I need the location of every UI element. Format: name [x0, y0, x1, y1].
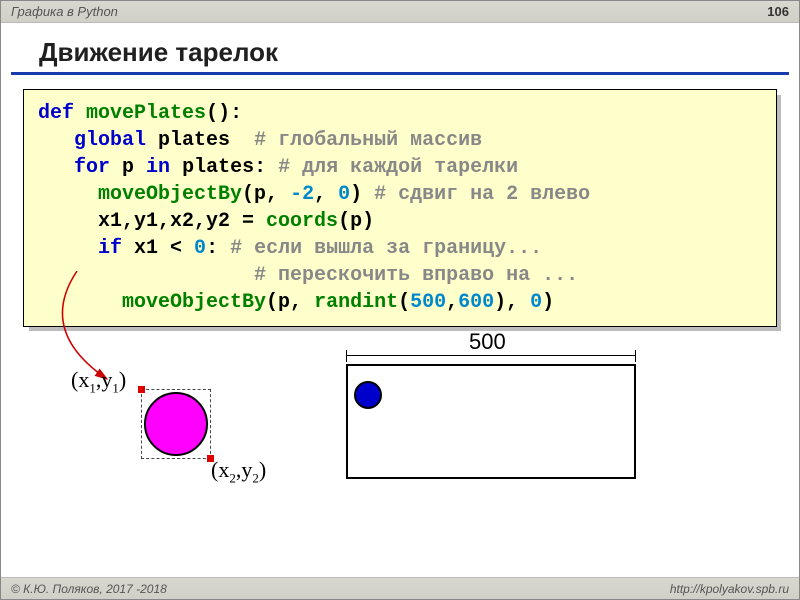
- dimension-label: 500: [469, 329, 506, 355]
- coord-text: ,y: [96, 367, 113, 392]
- fn-moveobjectby: moveObjectBy: [98, 183, 242, 206]
- code-text: (p,: [242, 183, 290, 206]
- magenta-circle: [144, 392, 208, 456]
- coord-text: ): [259, 457, 266, 482]
- code-text: :: [206, 237, 230, 260]
- footer-url: http://kpolyakov.spb.ru: [670, 582, 789, 596]
- code-block: def movePlates(): global plates # глобал…: [23, 89, 777, 327]
- comment: # если вышла за границу...: [230, 237, 542, 260]
- num: 500: [410, 291, 446, 314]
- num: 0: [530, 291, 542, 314]
- diagram: (x1,y1) (x2,y2) 500: [71, 349, 759, 509]
- code-text: x1 <: [122, 237, 194, 260]
- copyright: © К.Ю. Поляков, 2017 -2018: [11, 582, 167, 596]
- coord-x2y2: (x2,y2): [211, 457, 266, 486]
- kw-in: in: [146, 156, 170, 179]
- num: 0: [338, 183, 350, 206]
- comment: # для каждой тарелки: [278, 156, 518, 179]
- fn-coords: coords: [266, 210, 338, 233]
- kw-def: def: [38, 102, 74, 125]
- breadcrumb: Графика в Python: [11, 4, 118, 19]
- code-text: x1,y1,x2,y2 =: [98, 210, 266, 233]
- kw-if: if: [98, 237, 122, 260]
- dimension-tick: [635, 350, 636, 362]
- code: def movePlates(): global plates # глобал…: [23, 89, 777, 327]
- code-text: ): [350, 183, 374, 206]
- topbar: Графика в Python 106: [1, 1, 799, 23]
- slide: Графика в Python 106 Движение тарелок de…: [0, 0, 800, 600]
- footer: © К.Ю. Поляков, 2017 -2018 http://kpolya…: [1, 577, 799, 599]
- code-text: ),: [494, 291, 530, 314]
- num: 0: [194, 237, 206, 260]
- coord-text: (x: [71, 367, 89, 392]
- page-number: 106: [767, 4, 789, 19]
- dimension-line: [346, 355, 636, 356]
- num: -2: [290, 183, 314, 206]
- coord-x1y1: (x1,y1): [71, 367, 126, 396]
- fn-randint: randint: [314, 291, 398, 314]
- code-text: ():: [206, 102, 242, 125]
- dimension-tick: [346, 350, 347, 362]
- code-text: plates: [146, 129, 254, 152]
- fn-moveobjectby: moveObjectBy: [122, 291, 266, 314]
- coord-text: (x: [211, 457, 229, 482]
- code-text: p: [110, 156, 146, 179]
- coord-text: ): [119, 367, 126, 392]
- code-text: (: [398, 291, 410, 314]
- slide-title: Движение тарелок: [11, 23, 789, 75]
- code-text: (p,: [266, 291, 314, 314]
- canvas-rect: [346, 364, 636, 479]
- num: 600: [458, 291, 494, 314]
- kw-global: global: [74, 129, 146, 152]
- blue-circle: [354, 381, 382, 409]
- code-text: ): [542, 291, 554, 314]
- fn-moveplates: movePlates: [86, 102, 206, 125]
- comment: # перескочить вправо на ...: [254, 264, 578, 287]
- code-text: ,: [446, 291, 458, 314]
- coord-text: ,y: [236, 457, 253, 482]
- code-text: (p): [338, 210, 374, 233]
- code-text: ,: [314, 183, 338, 206]
- selection-handle: [138, 386, 145, 393]
- comment: # глобальный массив: [254, 129, 482, 152]
- comment: # сдвиг на 2 влево: [374, 183, 590, 206]
- kw-for: for: [74, 156, 110, 179]
- code-text: plates:: [170, 156, 278, 179]
